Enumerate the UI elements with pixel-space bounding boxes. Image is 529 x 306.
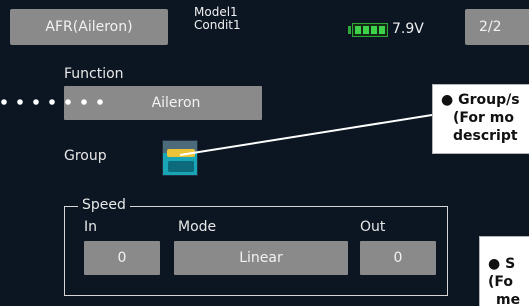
group-callout-line2: (For mo [453,110,514,126]
battery-cell [379,26,385,34]
model-info: Model1 Condit1 [194,6,241,32]
function-value: Aileron [151,95,201,111]
speed-callout-line2: (Fo [488,274,514,290]
speed-mode-value: Linear [239,250,283,266]
speed-callout-box: ● S (Fo me [479,236,529,306]
speed-out-label: Out [360,219,386,235]
battery-cells [352,23,388,37]
group-icon-bottom [168,161,194,172]
battery-cell [371,26,377,34]
speed-mode-label: Mode [178,219,217,235]
group-single-mode-icon[interactable] [162,140,198,176]
speed-callout-line3: me [496,292,521,306]
group-callout-box: ● Group/s (For mo descript [432,84,529,154]
battery-terminal [348,26,351,34]
speed-callout-line1: ● S [488,256,516,272]
speed-out-value: 0 [393,250,403,266]
screen-title: AFR(Aileron) [45,19,133,35]
speed-legend: Speed [78,197,130,213]
battery-cell [355,26,361,34]
battery-cell [363,26,369,34]
condition-name: Condit1 [194,18,241,32]
speed-out-button[interactable]: 0 [360,241,436,275]
battery-voltage: 7.9V [392,21,424,37]
group-callout-line3: descript [453,128,518,144]
speed-mode-button[interactable]: Linear [174,241,348,275]
function-select-button[interactable]: Aileron [64,86,262,120]
group-callout-line1: ● Group/s [441,92,520,108]
page-indicator-button[interactable]: 2/2 [465,9,529,45]
battery-icon [348,22,388,38]
screen-title-button[interactable]: AFR(Aileron) [10,9,168,45]
speed-in-button[interactable]: 0 [84,241,160,275]
group-label: Group [64,148,107,164]
page-indicator: 2/2 [479,19,502,35]
function-label: Function [64,66,124,82]
speed-in-label: In [84,219,98,235]
speed-in-value: 0 [117,250,127,266]
group-icon-bar [167,149,195,157]
